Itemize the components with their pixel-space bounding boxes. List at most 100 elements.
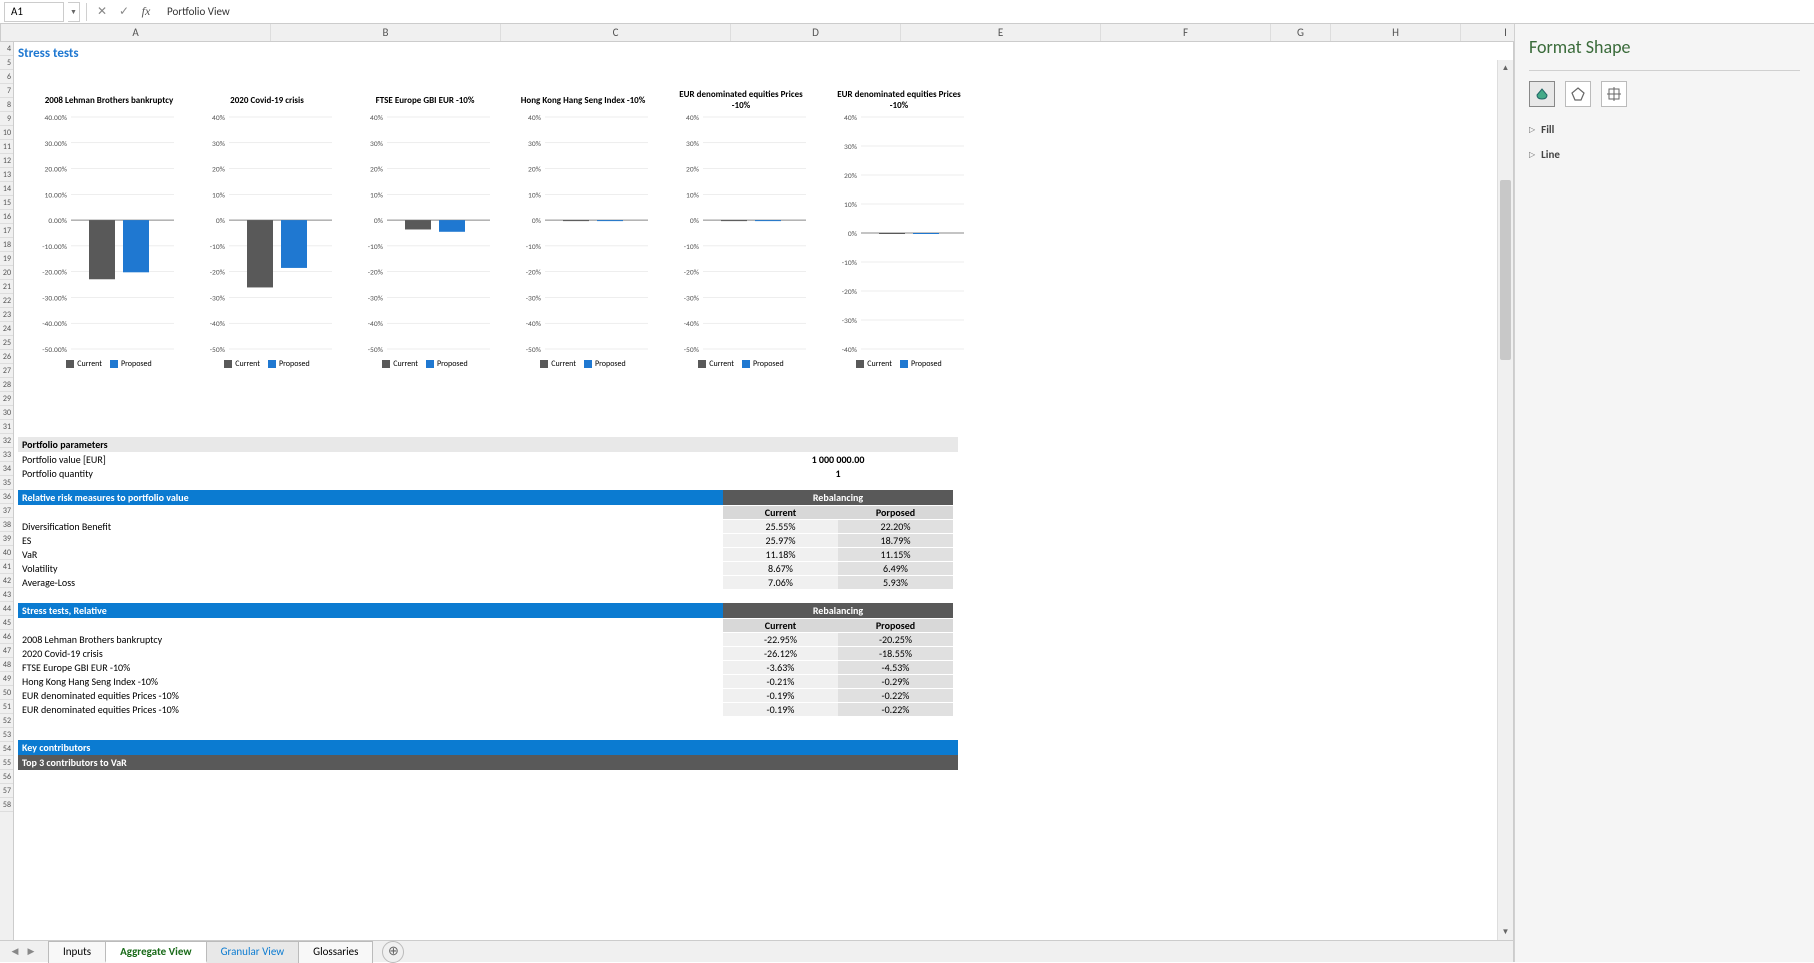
col-header-D[interactable]: D xyxy=(731,24,901,41)
row-header-31[interactable]: 31 xyxy=(0,420,13,434)
row-header-37[interactable]: 37 xyxy=(0,504,13,518)
row-header-9[interactable]: 9 xyxy=(0,112,13,126)
row-header-7[interactable]: 7 xyxy=(0,84,13,98)
row-header-33[interactable]: 33 xyxy=(0,448,13,462)
stress-chart[interactable]: EUR denominated equities Prices -10%40%3… xyxy=(666,87,816,397)
col-header-G[interactable]: G xyxy=(1271,24,1331,41)
row-header-36[interactable]: 36 xyxy=(0,490,13,504)
svg-text:0.00%: 0.00% xyxy=(48,217,67,226)
row-header-4[interactable]: 4 xyxy=(0,42,13,56)
panel-group-line[interactable]: ▷Line xyxy=(1529,148,1800,161)
tab-nav-prev-icon[interactable]: ◀ xyxy=(8,945,22,959)
row-header-20[interactable]: 20 xyxy=(0,266,13,280)
stress-chart[interactable]: EUR denominated equities Prices -10%40%3… xyxy=(824,87,974,397)
row-header-8[interactable]: 8 xyxy=(0,98,13,112)
row-header-5[interactable]: 5 xyxy=(0,56,13,70)
col-header-B[interactable]: B xyxy=(271,24,501,41)
row-header-30[interactable]: 30 xyxy=(0,406,13,420)
row-header-57[interactable]: 57 xyxy=(0,784,13,798)
row-header-32[interactable]: 32 xyxy=(0,434,13,448)
stress-chart[interactable]: 2020 Covid-19 crisis40%30%20%10%0%-10%-2… xyxy=(192,87,342,397)
row-header-24[interactable]: 24 xyxy=(0,322,13,336)
row-header-55[interactable]: 55 xyxy=(0,756,13,770)
table-row: EUR denominated equities Prices -10%-0.1… xyxy=(18,688,958,702)
row-header-27[interactable]: 27 xyxy=(0,364,13,378)
row-header-21[interactable]: 21 xyxy=(0,280,13,294)
cancel-icon[interactable]: ✕ xyxy=(93,3,111,21)
col-header-A[interactable]: A xyxy=(1,24,271,41)
scroll-thumb[interactable] xyxy=(1500,180,1511,360)
row-header-22[interactable]: 22 xyxy=(0,294,13,308)
row-header-35[interactable]: 35 xyxy=(0,476,13,490)
row-header-49[interactable]: 49 xyxy=(0,672,13,686)
sheet-tab-glossaries[interactable]: Glossaries xyxy=(298,941,373,963)
row-header-58[interactable]: 58 xyxy=(0,798,13,812)
row-header-47[interactable]: 47 xyxy=(0,644,13,658)
row-header-52[interactable]: 52 xyxy=(0,714,13,728)
confirm-icon[interactable]: ✓ xyxy=(115,3,133,21)
formula-input[interactable]: Portfolio View xyxy=(159,5,1810,18)
effects-tab-icon[interactable] xyxy=(1565,81,1591,107)
name-box-dropdown[interactable]: ▼ xyxy=(68,2,80,22)
row-header-13[interactable]: 13 xyxy=(0,168,13,182)
stress-chart[interactable]: Hong Kong Hang Seng Index -10%40%30%20%1… xyxy=(508,87,658,397)
row-header-39[interactable]: 39 xyxy=(0,532,13,546)
svg-text:20%: 20% xyxy=(844,172,858,181)
col-header-H[interactable]: H xyxy=(1331,24,1461,41)
chart-legend: CurrentProposed xyxy=(66,353,151,369)
row-header-12[interactable]: 12 xyxy=(0,154,13,168)
col-header-F[interactable]: F xyxy=(1101,24,1271,41)
row-header-25[interactable]: 25 xyxy=(0,336,13,350)
scroll-down-icon[interactable]: ▼ xyxy=(1498,924,1513,940)
col-header-C[interactable]: C xyxy=(501,24,731,41)
chart-title: EUR denominated equities Prices -10% xyxy=(666,87,816,113)
fill-line-tab-icon[interactable] xyxy=(1529,81,1555,107)
row-header-19[interactable]: 19 xyxy=(0,252,13,266)
stress-chart[interactable]: FTSE Europe GBI EUR -10%40%30%20%10%0%-1… xyxy=(350,87,500,397)
name-box[interactable]: A1 xyxy=(4,2,64,22)
panel-group-fill[interactable]: ▷Fill xyxy=(1529,123,1800,136)
stress-chart[interactable]: 2008 Lehman Brothers bankruptcy40.00%30.… xyxy=(34,87,184,397)
row-header-26[interactable]: 26 xyxy=(0,350,13,364)
cell-current: 7.06% xyxy=(723,576,838,589)
row-header-23[interactable]: 23 xyxy=(0,308,13,322)
row-header-15[interactable]: 15 xyxy=(0,196,13,210)
row-header-28[interactable]: 28 xyxy=(0,378,13,392)
sheet-tab-aggregate-view[interactable]: Aggregate View xyxy=(105,941,206,963)
row-header-46[interactable]: 46 xyxy=(0,630,13,644)
row-header-50[interactable]: 50 xyxy=(0,686,13,700)
scroll-up-icon[interactable]: ▲ xyxy=(1498,60,1513,76)
row-header-14[interactable]: 14 xyxy=(0,182,13,196)
row-header-17[interactable]: 17 xyxy=(0,224,13,238)
col-header-E[interactable]: E xyxy=(901,24,1101,41)
svg-text:10%: 10% xyxy=(844,201,858,210)
row-header-34[interactable]: 34 xyxy=(0,462,13,476)
row-header-11[interactable]: 11 xyxy=(0,140,13,154)
size-tab-icon[interactable] xyxy=(1601,81,1627,107)
row-header-42[interactable]: 42 xyxy=(0,574,13,588)
svg-text:40%: 40% xyxy=(370,114,384,123)
row-header-43[interactable]: 43 xyxy=(0,588,13,602)
row-header-40[interactable]: 40 xyxy=(0,546,13,560)
row-header-38[interactable]: 38 xyxy=(0,518,13,532)
row-header-18[interactable]: 18 xyxy=(0,238,13,252)
row-header-48[interactable]: 48 xyxy=(0,658,13,672)
row-header-51[interactable]: 51 xyxy=(0,700,13,714)
tab-nav-next-icon[interactable]: ▶ xyxy=(24,945,38,959)
row-header-44[interactable]: 44 xyxy=(0,602,13,616)
fx-icon[interactable]: fx xyxy=(137,3,155,21)
row-header-45[interactable]: 45 xyxy=(0,616,13,630)
row-header-41[interactable]: 41 xyxy=(0,560,13,574)
row-header-10[interactable]: 10 xyxy=(0,126,13,140)
row-header-53[interactable]: 53 xyxy=(0,728,13,742)
vertical-scrollbar[interactable]: ▲ ▼ xyxy=(1497,60,1513,940)
row-header-16[interactable]: 16 xyxy=(0,210,13,224)
add-sheet-icon[interactable]: ⊕ xyxy=(382,941,404,963)
sheet-tab-inputs[interactable]: Inputs xyxy=(48,941,106,963)
row-header-54[interactable]: 54 xyxy=(0,742,13,756)
sheet-tab-granular-view[interactable]: Granular View xyxy=(206,941,300,963)
param-value: 1 000 000.00 xyxy=(723,453,953,466)
row-header-29[interactable]: 29 xyxy=(0,392,13,406)
row-header-6[interactable]: 6 xyxy=(0,70,13,84)
row-header-56[interactable]: 56 xyxy=(0,770,13,784)
